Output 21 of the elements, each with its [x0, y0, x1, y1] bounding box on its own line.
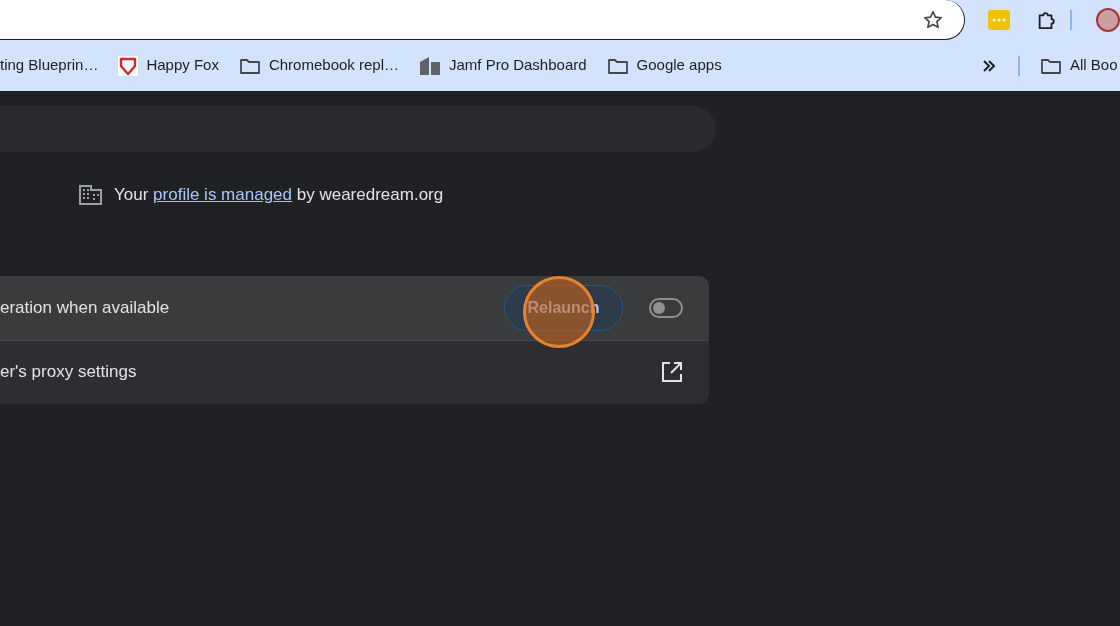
setting-label: er's proxy settings: [0, 361, 138, 384]
star-icon[interactable]: [922, 8, 945, 31]
folder-icon: [1040, 56, 1062, 75]
bookmark-item[interactable]: All Boo: [1040, 54, 1118, 77]
folder-icon: [606, 56, 629, 75]
folder-icon: [238, 56, 261, 75]
profile-link[interactable]: profile is managed: [153, 185, 292, 204]
avatar-icon[interactable]: [1096, 8, 1120, 32]
bookmark-item[interactable]: Google apps: [606, 54, 722, 77]
building-icon: [79, 184, 102, 205]
external-link-icon[interactable]: [661, 361, 683, 383]
tile-icon: [419, 55, 441, 76]
toggle-switch[interactable]: [649, 297, 683, 318]
bookmark-item[interactable]: Happy Fox: [118, 54, 219, 77]
shield-icon: [118, 55, 139, 76]
bookmark-item[interactable]: ting Blueprin…: [0, 54, 99, 77]
bookmark-item[interactable]: Chromebook repl…: [238, 54, 399, 77]
setting-label: eration when available: [0, 296, 171, 319]
managed-notice: Your profile is managed by wearedream.org: [114, 184, 444, 206]
chevron-double-icon[interactable]: [982, 58, 996, 73]
bookmark-item[interactable]: Jamf Pro Dashboard: [419, 54, 587, 77]
